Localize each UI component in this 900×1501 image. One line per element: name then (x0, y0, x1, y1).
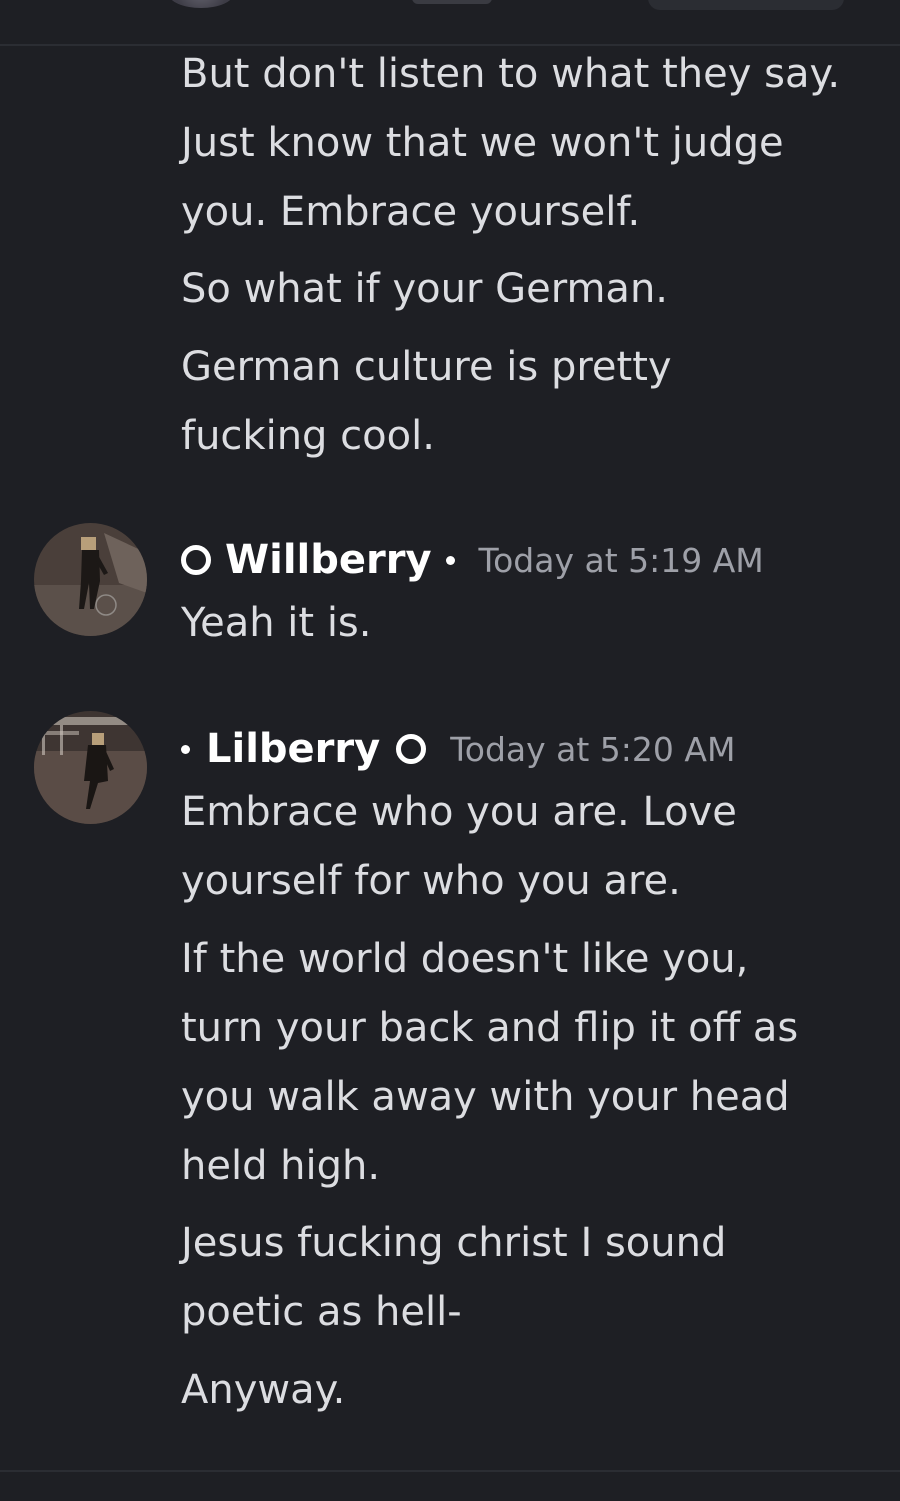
message-line: If the world doesn't like you, (181, 936, 749, 982)
author-name[interactable]: Lilberry (181, 726, 427, 772)
author-name-text: Lilberry (206, 726, 381, 772)
message-line: poetic as hell- (181, 1289, 462, 1335)
avatar[interactable] (34, 523, 147, 636)
header-action-pill[interactable] (648, 0, 844, 10)
header-title (412, 0, 492, 4)
author-name[interactable]: Willberry (181, 537, 455, 583)
message-line: German culture is pretty (181, 344, 672, 390)
message-line: yourself for who you are. (181, 858, 681, 904)
dot-icon (445, 555, 455, 565)
author-name-text: Willberry (225, 537, 432, 583)
message-line: So what if your German. (181, 266, 669, 312)
message-header: Willberry Today at 5:19 AM (181, 530, 764, 590)
ring-icon (181, 545, 211, 575)
header-avatar[interactable] (168, 0, 234, 8)
message-header: Lilberry Today at 5:20 AM (181, 719, 735, 779)
message-line: Just know that we won't judge (181, 120, 784, 166)
message-line: Jesus fucking christ I sound (181, 1220, 727, 1266)
message-line: turn your back and flip it off as (181, 1005, 799, 1051)
message-line: Anyway. (181, 1367, 346, 1413)
message-line: you walk away with your head (181, 1074, 790, 1120)
message-line: you. Embrace yourself. (181, 189, 641, 235)
message-line: held high. (181, 1143, 381, 1189)
avatar[interactable] (34, 711, 147, 824)
message-line: fucking cool. (181, 413, 435, 459)
message-timestamp: Today at 5:20 AM (450, 729, 736, 769)
message-line: Embrace who you are. Love (181, 789, 737, 835)
message-line: Yeah it is. (181, 600, 372, 646)
ring-icon (396, 734, 427, 764)
dot-icon (181, 744, 190, 754)
message-line: But don't listen to what they say. (181, 51, 841, 97)
message-timestamp: Today at 5:19 AM (478, 540, 764, 580)
bottom-composer-strip (0, 1470, 900, 1501)
